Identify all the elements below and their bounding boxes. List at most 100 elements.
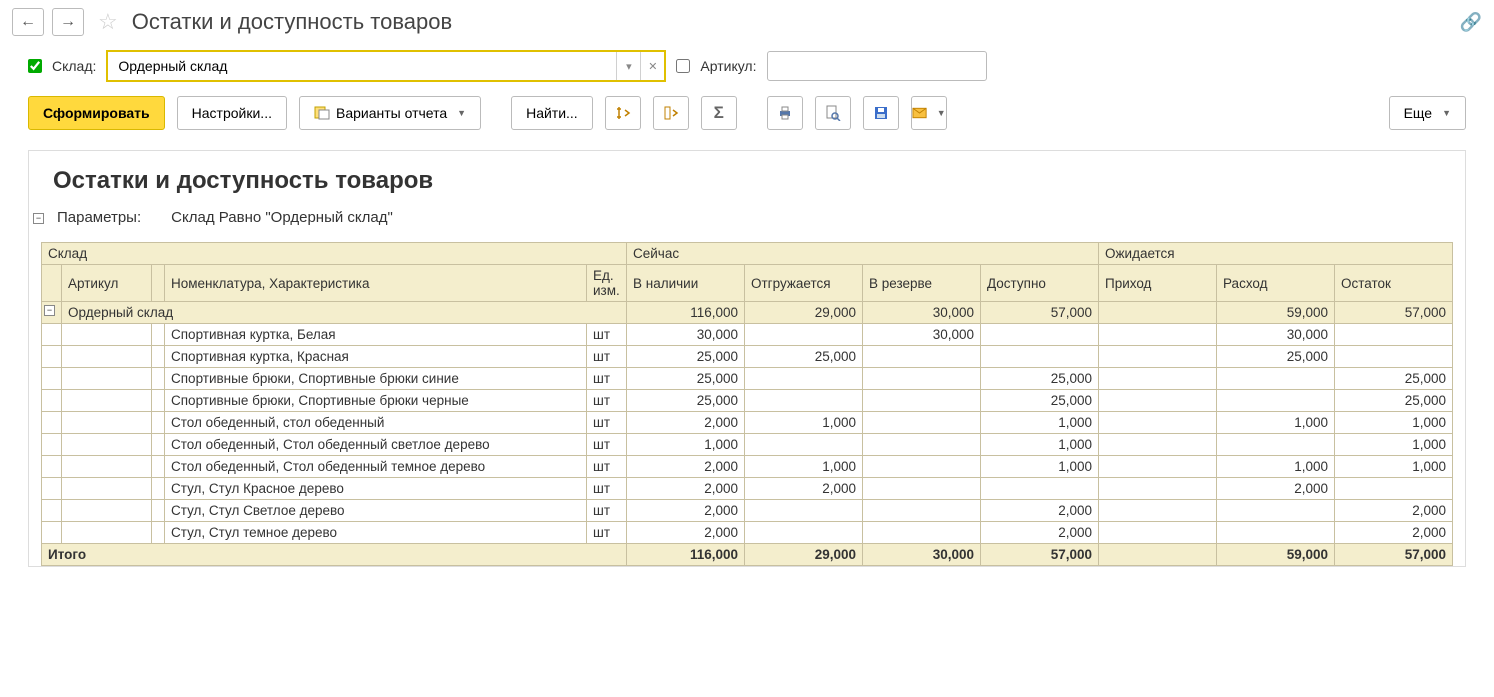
sum-button[interactable]: Σ — [701, 96, 737, 130]
col-reserved: В резерве — [863, 265, 981, 302]
preview-icon — [825, 105, 841, 121]
print-button[interactable] — [767, 96, 803, 130]
cell-outgoing: 1,000 — [1217, 456, 1335, 478]
collapse-all-button[interactable] — [653, 96, 689, 130]
warehouse-clear-icon[interactable]: ✕ — [640, 52, 664, 80]
group-reserved: 30,000 — [863, 302, 981, 324]
cell-outgoing: 25,000 — [1217, 346, 1335, 368]
cell-unit: шт — [587, 478, 627, 500]
preview-button[interactable] — [815, 96, 851, 130]
favorite-star-icon[interactable]: ☆ — [98, 9, 118, 35]
cell-in_stock: 2,000 — [627, 500, 745, 522]
cell-in_stock: 2,000 — [627, 478, 745, 500]
cell-outgoing: 30,000 — [1217, 324, 1335, 346]
total-outgoing: 59,000 — [1217, 544, 1335, 566]
cell-reserved — [863, 522, 981, 544]
table-row[interactable]: Стул, Стул Красное деревошт2,0002,0002,0… — [42, 478, 1453, 500]
cell-outgoing — [1217, 368, 1335, 390]
warehouse-dropdown-icon[interactable]: ▾ — [616, 52, 640, 80]
cell-reserved — [863, 368, 981, 390]
table-row[interactable]: Стол обеденный, стол обеденныйшт2,0001,0… — [42, 412, 1453, 434]
cell-reserved — [863, 434, 981, 456]
article-filter-label: Артикул: — [700, 58, 756, 74]
cell-reserved — [863, 478, 981, 500]
params-collapse-toggle[interactable]: − — [33, 213, 44, 224]
cell-nomen: Стол обеденный, Стол обеденный темное де… — [165, 456, 587, 478]
total-available: 57,000 — [981, 544, 1099, 566]
table-row[interactable]: Спортивные брюки, Спортивные брюки синие… — [42, 368, 1453, 390]
back-button[interactable]: ← — [12, 8, 44, 36]
cell-outgoing — [1217, 522, 1335, 544]
cell-nomen: Спортивные брюки, Спортивные брюки синие — [165, 368, 587, 390]
cell-outgoing — [1217, 390, 1335, 412]
warehouse-input[interactable] — [108, 52, 616, 80]
cell-available: 1,000 — [981, 434, 1099, 456]
cell-article — [62, 434, 152, 456]
cell-article — [62, 456, 152, 478]
group-row[interactable]: −Ордерный склад116,00029,00030,00057,000… — [42, 302, 1453, 324]
cell-balance: 25,000 — [1335, 390, 1453, 412]
find-button[interactable]: Найти... — [511, 96, 593, 130]
cell-available: 25,000 — [981, 390, 1099, 412]
cell-shipping — [745, 368, 863, 390]
cell-in_stock: 25,000 — [627, 368, 745, 390]
cell-nomen: Стул, Стул темное дерево — [165, 522, 587, 544]
cell-unit: шт — [587, 412, 627, 434]
more-button[interactable]: Еще▼ — [1389, 96, 1466, 130]
cell-nomen: Стул, Стул Светлое дерево — [165, 500, 587, 522]
settings-button[interactable]: Настройки... — [177, 96, 287, 130]
cell-article — [62, 412, 152, 434]
collapse-icon — [663, 105, 679, 121]
group-available: 57,000 — [981, 302, 1099, 324]
cell-reserved — [863, 412, 981, 434]
forward-button[interactable]: → — [52, 8, 84, 36]
run-report-button[interactable]: Сформировать — [28, 96, 165, 130]
cell-incoming — [1099, 500, 1217, 522]
cell-shipping — [745, 522, 863, 544]
cell-in_stock: 30,000 — [627, 324, 745, 346]
cell-reserved — [863, 390, 981, 412]
table-row[interactable]: Стул, Стул Светлое деревошт2,0002,0002,0… — [42, 500, 1453, 522]
total-label: Итого — [42, 544, 627, 566]
table-row[interactable]: Стул, Стул темное деревошт2,0002,0002,00… — [42, 522, 1453, 544]
cell-outgoing — [1217, 500, 1335, 522]
report-variants-button[interactable]: Варианты отчета▼ — [299, 96, 481, 130]
table-row[interactable]: Стол обеденный, Стол обеденный темное де… — [42, 456, 1453, 478]
warehouse-filter-checkbox[interactable] — [28, 59, 42, 73]
table-row[interactable]: Спортивная куртка, Краснаяшт25,00025,000… — [42, 346, 1453, 368]
cell-nomen: Стул, Стул Красное дерево — [165, 478, 587, 500]
email-button[interactable]: ▼ — [911, 96, 947, 130]
cell-nomen: Стол обеденный, Стол обеденный светлое д… — [165, 434, 587, 456]
cell-shipping: 1,000 — [745, 456, 863, 478]
cell-shipping: 1,000 — [745, 412, 863, 434]
cell-reserved — [863, 346, 981, 368]
cell-incoming — [1099, 346, 1217, 368]
cell-available — [981, 346, 1099, 368]
group-name: Ордерный склад — [62, 302, 627, 324]
total-row: Итого116,00029,00030,00057,00059,00057,0… — [42, 544, 1453, 566]
total-balance: 57,000 — [1335, 544, 1453, 566]
table-row[interactable]: Стол обеденный, Стол обеденный светлое д… — [42, 434, 1453, 456]
cell-in_stock: 25,000 — [627, 346, 745, 368]
cell-unit: шт — [587, 500, 627, 522]
warehouse-combo[interactable]: ▾ ✕ — [106, 50, 666, 82]
cell-balance: 1,000 — [1335, 412, 1453, 434]
group-in_stock: 116,000 — [627, 302, 745, 324]
cell-unit: шт — [587, 434, 627, 456]
cell-outgoing: 2,000 — [1217, 478, 1335, 500]
cell-shipping — [745, 500, 863, 522]
expand-all-button[interactable] — [605, 96, 641, 130]
cell-in_stock: 1,000 — [627, 434, 745, 456]
permalink-icon[interactable]: 🔗 — [1460, 12, 1482, 33]
article-input[interactable] — [767, 51, 987, 81]
cell-available: 2,000 — [981, 500, 1099, 522]
table-row[interactable]: Спортивные брюки, Спортивные брюки черны… — [42, 390, 1453, 412]
article-filter-checkbox[interactable] — [676, 59, 690, 73]
save-button[interactable] — [863, 96, 899, 130]
group-collapse-toggle[interactable]: − — [44, 305, 55, 316]
group-toggle-cell[interactable]: − — [42, 302, 62, 324]
table-row[interactable]: Спортивная куртка, Белаяшт30,00030,00030… — [42, 324, 1453, 346]
cell-article — [62, 324, 152, 346]
cell-unit: шт — [587, 368, 627, 390]
total-shipping: 29,000 — [745, 544, 863, 566]
